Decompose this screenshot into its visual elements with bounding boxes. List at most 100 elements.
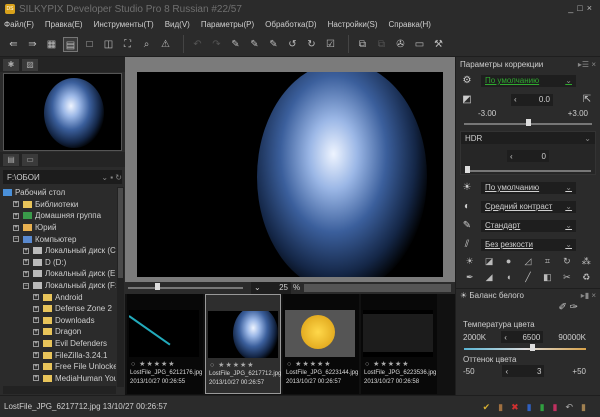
green-tag-icon[interactable]: ▮ <box>540 402 545 413</box>
menu-item-5[interactable]: Обработка(D) <box>265 18 316 32</box>
rotate-right-icon[interactable]: ↻ <box>304 37 319 52</box>
check-icon[interactable]: ✔ <box>483 402 491 413</box>
contrast-icon[interactable]: ◐ <box>461 201 473 212</box>
delete-icon[interactable]: ✖ <box>511 402 519 413</box>
expand-toggle[interactable]: − <box>13 236 19 243</box>
gradient-icon[interactable]: ◢ <box>479 272 498 283</box>
tree-item[interactable]: + Evil Defenders <box>3 338 116 350</box>
expand-toggle[interactable]: + <box>33 328 39 335</box>
dropper-icon[interactable]: ✒ <box>460 272 479 283</box>
tree-item[interactable]: + Домашняя группа <box>3 210 116 222</box>
tone-dropdown[interactable]: По умолчанию ⌄ <box>481 181 576 194</box>
zoom-slider[interactable] <box>128 282 243 290</box>
expand-toggle[interactable]: + <box>33 340 39 347</box>
expand-toggle[interactable]: + <box>33 352 39 359</box>
menu-item-0[interactable]: Файл(F) <box>4 18 34 32</box>
red-tag-icon[interactable]: ▮ <box>553 402 558 413</box>
sharpness-dropdown[interactable]: Без резкости ⌄ <box>481 238 576 251</box>
fish-icon[interactable]: ◖ <box>499 272 518 283</box>
blue-tag-icon[interactable]: ▮ <box>527 402 532 413</box>
tone-icon[interactable]: ☀ <box>461 182 473 193</box>
brightness-icon[interactable]: ☀ <box>460 256 479 267</box>
expand-toggle[interactable]: + <box>33 294 39 301</box>
single-icon[interactable]: □ <box>82 37 97 52</box>
expand-toggle[interactable]: + <box>23 270 29 277</box>
tree-item[interactable]: + FileZilla-3.24.1 <box>3 349 116 361</box>
check-icon[interactable]: ☑ <box>323 37 338 52</box>
thumbnail[interactable]: ○ ★★★★★ LostFile_JPG_6223536.jpg 2013/10/2… <box>361 294 437 394</box>
maximize-button[interactable]: □ <box>577 3 586 13</box>
thumbnail[interactable]: ○ ★★★★★ LostFile_JPG_6223144.jpg 2013/10/2… <box>283 294 359 394</box>
expand-toggle[interactable]: + <box>33 363 39 370</box>
folder-tab[interactable]: ▤ <box>3 153 19 166</box>
tree-hscrollbar[interactable] <box>3 386 116 394</box>
image-viewer[interactable] <box>125 57 455 282</box>
auto-exposure-icon[interactable]: ⇱ <box>581 94 593 105</box>
tree-item[interactable]: + Android <box>3 291 116 303</box>
tree-item[interactable]: + MediaHuman YouTube <box>3 373 116 385</box>
tree-item[interactable]: + Defense Zone 2 <box>3 303 116 315</box>
expand-toggle[interactable]: + <box>33 317 39 324</box>
tree-item[interactable]: + Dragon <box>3 326 116 338</box>
expand-toggle[interactable]: + <box>23 259 29 266</box>
tree-item[interactable]: + D (D:) <box>3 257 116 269</box>
compare-icon[interactable]: ◫ <box>101 37 116 52</box>
curve-icon[interactable]: ◪ <box>479 256 498 267</box>
menu-item-1[interactable]: Правка(E) <box>45 18 83 32</box>
expand-toggle[interactable]: + <box>33 305 39 312</box>
level-icon[interactable]: ◿ <box>518 256 537 267</box>
tree-item[interactable]: Рабочий стол <box>3 187 116 199</box>
tree-item[interactable]: + Free File Unlocker Por <box>3 361 116 373</box>
layers-icon[interactable]: ◧ <box>538 272 557 283</box>
temp-field[interactable]: ‹ 6500 <box>501 331 544 343</box>
close-button[interactable]: × <box>587 3 596 13</box>
color-brush-icon[interactable]: ✎ <box>461 220 473 231</box>
image-hscrollbar[interactable] <box>304 283 451 292</box>
temp-slider[interactable] <box>464 344 586 351</box>
tree-item[interactable]: + Локальный диск (C:) <box>3 245 116 257</box>
preset-dropdown[interactable]: По умолчанию ⌄ <box>481 74 576 87</box>
exposure-field[interactable]: ‹ 0.0 <box>511 93 553 106</box>
tree-item[interactable]: + Юрий <box>3 222 116 234</box>
prev-icon[interactable]: ⇚ <box>6 37 21 52</box>
thumbnail[interactable]: ○ ★★★★★ LostFile_JPG_6217712.jpg 2013/10/2… <box>205 294 281 394</box>
menu-item-4[interactable]: Параметры(P) <box>201 18 254 32</box>
navigator-tab[interactable]: ✱ <box>3 58 19 71</box>
brush-icon[interactable]: ╱ <box>518 272 537 283</box>
develop-icon[interactable]: ✎ <box>228 37 243 52</box>
redo-icon[interactable]: ↷ <box>209 37 224 52</box>
wb-auto-icon[interactable]: ✑ <box>570 302 578 313</box>
path-combo[interactable]: F:\ОБОИ ⌄ ▪ ↻ <box>3 170 122 184</box>
stamp-icon[interactable]: ✇ <box>393 37 408 52</box>
wb-dropper-icon[interactable]: ✐ <box>558 302 566 313</box>
develop2-icon[interactable]: ✎ <box>247 37 262 52</box>
copy-params-icon[interactable]: ⧉ <box>355 37 370 52</box>
monitor-icon[interactable]: ▭ <box>412 37 427 52</box>
copy-icon[interactable]: ▮ <box>498 402 503 413</box>
recycle-icon[interactable]: ♻ <box>577 272 596 283</box>
expand-toggle[interactable]: + <box>13 212 19 219</box>
menu-item-3[interactable]: Вид(V) <box>165 18 190 32</box>
tree-item[interactable]: + Локальный диск (E:) <box>3 268 116 280</box>
tree-item[interactable]: + Библиотеки <box>3 199 116 211</box>
lock-icon[interactable]: ▮ <box>581 402 586 413</box>
histogram-tab[interactable]: ▨ <box>22 58 38 71</box>
rating-stars[interactable]: ○ ★★★★★ <box>210 361 255 369</box>
expand-toggle[interactable]: + <box>23 247 29 254</box>
minimize-button[interactable]: _ <box>568 3 577 13</box>
exposure-slider[interactable] <box>464 119 592 126</box>
expand-toggle[interactable]: + <box>33 375 39 382</box>
comment-tab[interactable]: ▭ <box>22 153 38 166</box>
tree-item[interactable]: + Downloads <box>3 315 116 327</box>
next-icon[interactable]: ⇛ <box>25 37 40 52</box>
menu-item-2[interactable]: Инструменты(T) <box>94 18 154 32</box>
filmstrip-icon[interactable]: ▤ <box>63 36 78 52</box>
rating-stars[interactable]: ○ ★★★★★ <box>365 360 410 368</box>
hdr-field[interactable]: ‹ 0 <box>507 150 549 162</box>
hsl-icon[interactable]: ⁂ <box>577 256 596 267</box>
grid-icon[interactable]: ▦ <box>44 37 59 52</box>
sharpness-icon[interactable]: ⫽ <box>461 239 473 250</box>
rating-stars[interactable]: ○ ★★★★★ <box>287 360 332 368</box>
zoom-field[interactable]: ⌄ 25 <box>251 281 291 294</box>
zoom-icon[interactable]: ⌕ <box>139 37 154 52</box>
